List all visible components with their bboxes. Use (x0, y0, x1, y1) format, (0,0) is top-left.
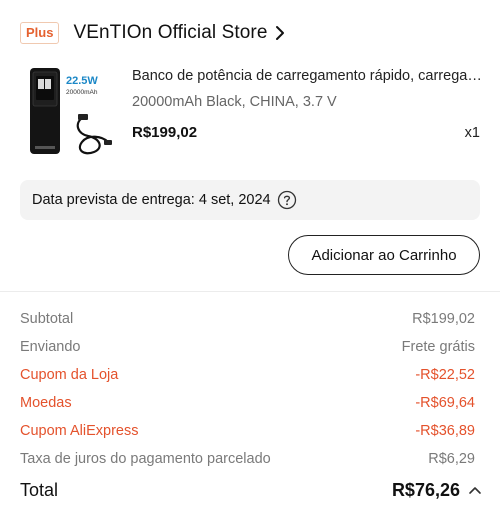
summary-label: Cupom AliExpress (20, 423, 139, 439)
help-icon[interactable] (277, 190, 297, 210)
product-image-capacity-text: 20000mAh (66, 89, 98, 96)
total-value: R$76,26 (391, 479, 460, 500)
summary-value: -R$36,89 (415, 423, 475, 439)
summary-label: Cupom da Loja (20, 367, 119, 383)
product-quantity: x1 (464, 125, 480, 141)
summary-row-installment-fee: Taxa de juros do pagamento parcelado R$6… (20, 448, 475, 470)
summary-value: -R$69,64 (415, 395, 475, 411)
plus-badge: Plus (20, 22, 60, 44)
store-name[interactable]: VEnTIOn Official Store (73, 22, 267, 44)
product-price: R$199,02 (132, 124, 198, 141)
chevron-up-icon[interactable] (468, 485, 482, 495)
chevron-right-icon[interactable] (274, 25, 286, 41)
store-header[interactable]: Plus VEnTIOn Official Store (20, 20, 286, 46)
summary-row-shipping: Enviando Frete grátis (20, 336, 475, 358)
summary-label: Subtotal (20, 311, 74, 327)
summary-row-aliexpress-coupon: Cupom AliExpress -R$36,89 (20, 420, 475, 442)
delivery-estimate: Data prevista de entrega: 4 set, 2024 (20, 180, 480, 220)
product-variant[interactable]: 20000mAh Black, CHINA, 3.7 V (132, 94, 337, 110)
total-row[interactable]: Total R$76,26 (20, 477, 482, 503)
summary-row-subtotal: Subtotal R$199,02 (20, 308, 475, 330)
summary-label: Enviando (20, 339, 81, 355)
summary-label: Taxa de juros do pagamento parcelado (20, 451, 271, 467)
summary-value: -R$22,52 (415, 367, 475, 383)
add-to-cart-button[interactable]: Adicionar ao Carrinho (288, 235, 480, 275)
summary-row-store-coupon: Cupom da Loja -R$22,52 (20, 364, 475, 386)
product-image-power-text: 22.5W (66, 75, 98, 87)
summary-value: Frete grátis (401, 339, 475, 355)
product-image[interactable]: 22.5W 20000mAh (22, 62, 120, 160)
summary-value: R$6,29 (428, 451, 475, 467)
summary-value: R$199,02 (412, 311, 475, 327)
total-label: Total (20, 479, 59, 500)
delivery-text: Data prevista de entrega: 4 set, 2024 (32, 192, 271, 208)
divider (0, 291, 500, 292)
product-title[interactable]: Banco de potência de carregamento rápido… (132, 68, 482, 84)
product-item[interactable]: 22.5W 20000mAh Banco de potência de carr… (22, 62, 482, 162)
summary-row-coins: Moedas -R$69,64 (20, 392, 475, 414)
summary-label: Moedas (20, 395, 72, 411)
